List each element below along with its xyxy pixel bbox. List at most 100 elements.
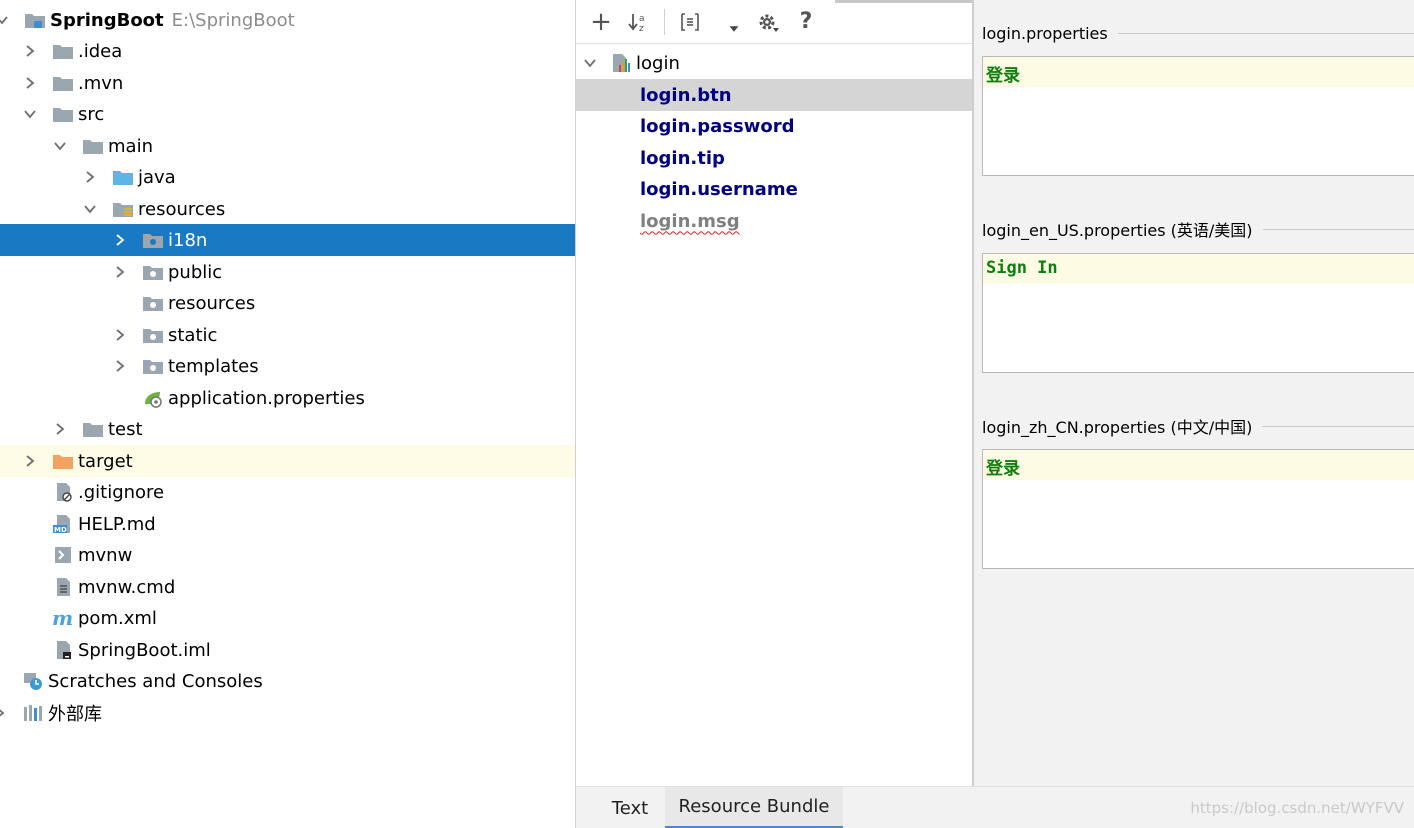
separator-line bbox=[1262, 425, 1414, 427]
tree-root-springboot[interactable]: SpringBoot E:\SpringBoot bbox=[0, 4, 575, 36]
separator-line bbox=[1262, 228, 1414, 230]
group-by-prefix-button[interactable] bbox=[677, 9, 703, 35]
tree-label: pom.xml bbox=[78, 607, 157, 629]
tab-label: Text bbox=[611, 797, 649, 819]
resources-folder-icon bbox=[112, 199, 134, 219]
property-value[interactable]: 登录 bbox=[983, 450, 1414, 480]
chevron-right-icon[interactable] bbox=[112, 264, 128, 280]
spring-properties-icon bbox=[142, 388, 164, 408]
property-value-editor[interactable]: 登录 bbox=[982, 56, 1414, 176]
chevron-down-icon[interactable] bbox=[82, 201, 98, 217]
tree-item-gitignore[interactable]: .gitignore bbox=[0, 476, 575, 508]
property-key-row[interactable]: login.btn bbox=[576, 79, 972, 111]
property-value[interactable]: Sign In bbox=[983, 254, 1414, 284]
chevron-right-icon[interactable] bbox=[112, 232, 128, 248]
chevron-down-icon[interactable] bbox=[582, 55, 598, 71]
property-value[interactable]: 登录 bbox=[983, 57, 1414, 87]
chevron-right-icon[interactable] bbox=[52, 421, 68, 437]
package-folder-icon bbox=[142, 325, 164, 345]
tree-item-resources-root[interactable]: resources bbox=[0, 193, 575, 225]
chevron-down-icon[interactable] bbox=[52, 138, 68, 154]
tree-item-mvnw[interactable]: mvnw bbox=[0, 539, 575, 571]
tree-item-java[interactable]: java bbox=[0, 161, 575, 193]
tree-item-resources-nested[interactable]: resources bbox=[0, 287, 575, 319]
library-icon bbox=[22, 703, 44, 723]
chevron-right-icon[interactable] bbox=[22, 43, 38, 59]
tree-label: mvnw bbox=[78, 544, 133, 566]
markdown-file-icon: MD bbox=[52, 514, 74, 534]
chevron-down-icon[interactable] bbox=[0, 12, 10, 28]
sort-alphabetically-button[interactable]: az bbox=[626, 9, 652, 35]
property-key-row[interactable]: login.username bbox=[576, 173, 972, 205]
tree-label: HELP.md bbox=[78, 513, 156, 535]
tree-item-static[interactable]: static bbox=[0, 319, 575, 351]
question-icon: ? bbox=[799, 8, 813, 34]
options-dropdown-button[interactable] bbox=[725, 9, 743, 35]
tab-resource-bundle[interactable]: Resource Bundle bbox=[665, 787, 843, 828]
add-property-button[interactable]: + bbox=[588, 9, 614, 35]
tree-path-hint: E:\SpringBoot bbox=[171, 9, 295, 31]
svg-text:z: z bbox=[639, 24, 644, 33]
help-button[interactable]: ? bbox=[793, 9, 819, 35]
tree-label: SpringBoot bbox=[50, 9, 164, 31]
tree-item-help-md[interactable]: MD HELP.md bbox=[0, 508, 575, 540]
resource-bundle-keys-pane: + az ? login login.btn login.password lo… bbox=[576, 0, 972, 786]
chevron-right-icon[interactable] bbox=[22, 453, 38, 469]
tree-label: .gitignore bbox=[78, 481, 165, 503]
watermark: https://blog.csdn.net/WYFVV bbox=[1190, 799, 1404, 817]
tree-item-target[interactable]: target bbox=[0, 445, 575, 477]
property-key-row-unused[interactable]: login.msg bbox=[576, 205, 972, 237]
tree-label: SpringBoot.iml bbox=[78, 639, 211, 661]
property-file-name: login.properties bbox=[982, 23, 1108, 43]
bundle-name: login bbox=[636, 52, 680, 74]
package-folder-icon bbox=[142, 356, 164, 376]
property-key: login.msg bbox=[640, 210, 740, 232]
property-file-label: login_zh_CN.properties (中文/中国) bbox=[982, 415, 1414, 437]
folder-icon bbox=[52, 41, 74, 61]
chevron-down-icon[interactable] bbox=[22, 106, 38, 122]
property-file-label: login.properties bbox=[982, 22, 1414, 44]
property-file-name: login_zh_CN.properties (中文/中国) bbox=[982, 418, 1253, 437]
bundle-node-login[interactable]: login bbox=[576, 47, 972, 79]
tree-label: java bbox=[138, 166, 176, 188]
package-folder-icon bbox=[142, 230, 164, 250]
property-value-editor[interactable]: Sign In bbox=[982, 253, 1414, 373]
property-file-name: login_en_US.properties (英语/美国) bbox=[982, 221, 1253, 240]
tree-item-external-libraries[interactable]: 外部库 bbox=[0, 697, 575, 729]
shell-script-icon bbox=[52, 545, 74, 565]
settings-button[interactable] bbox=[755, 9, 781, 35]
tree-item-pom-xml[interactable]: m pom.xml bbox=[0, 602, 575, 634]
property-key: login.username bbox=[640, 178, 798, 200]
chevron-right-icon[interactable] bbox=[0, 705, 8, 721]
tree-label: resources bbox=[168, 292, 256, 314]
tree-item-scratches[interactable]: Scratches and Consoles bbox=[0, 665, 575, 697]
chevron-right-icon[interactable] bbox=[112, 327, 128, 343]
property-values-pane: login.properties 登录 login_en_US.properti… bbox=[974, 0, 1414, 786]
tree-item-mvn[interactable]: .mvn bbox=[0, 67, 575, 99]
tab-text[interactable]: Text bbox=[600, 787, 660, 828]
tree-item-main[interactable]: main bbox=[0, 130, 575, 162]
property-key-row[interactable]: login.tip bbox=[576, 142, 972, 174]
chevron-right-icon[interactable] bbox=[22, 75, 38, 91]
tree-label: static bbox=[168, 324, 218, 346]
text-file-icon bbox=[52, 577, 74, 597]
tree-item-templates[interactable]: templates bbox=[0, 350, 575, 382]
property-key-row[interactable]: login.password bbox=[576, 110, 972, 142]
tree-item-mvnw-cmd[interactable]: mvnw.cmd bbox=[0, 571, 575, 603]
chevron-right-icon[interactable] bbox=[82, 169, 98, 185]
scratches-icon bbox=[22, 671, 44, 691]
tree-item-src[interactable]: src bbox=[0, 98, 575, 130]
property-key: login.btn bbox=[640, 84, 732, 106]
tree-item-i18n[interactable]: i18n bbox=[0, 224, 575, 256]
tab-accent bbox=[835, 0, 972, 3]
property-value-editor[interactable]: 登录 bbox=[982, 449, 1414, 569]
tree-label: application.properties bbox=[168, 387, 365, 409]
tree-item-public[interactable]: public bbox=[0, 256, 575, 288]
tree-item-test[interactable]: test bbox=[0, 413, 575, 445]
source-folder-icon bbox=[112, 167, 134, 187]
tree-item-idea[interactable]: .idea bbox=[0, 35, 575, 67]
chevron-right-icon[interactable] bbox=[112, 358, 128, 374]
tree-item-springboot-iml[interactable]: SpringBoot.iml bbox=[0, 634, 575, 666]
tree-item-application-properties[interactable]: application.properties bbox=[0, 382, 575, 414]
editor-bottom-tabs: Text Resource Bundle https://blog.csdn.n… bbox=[576, 786, 1414, 828]
